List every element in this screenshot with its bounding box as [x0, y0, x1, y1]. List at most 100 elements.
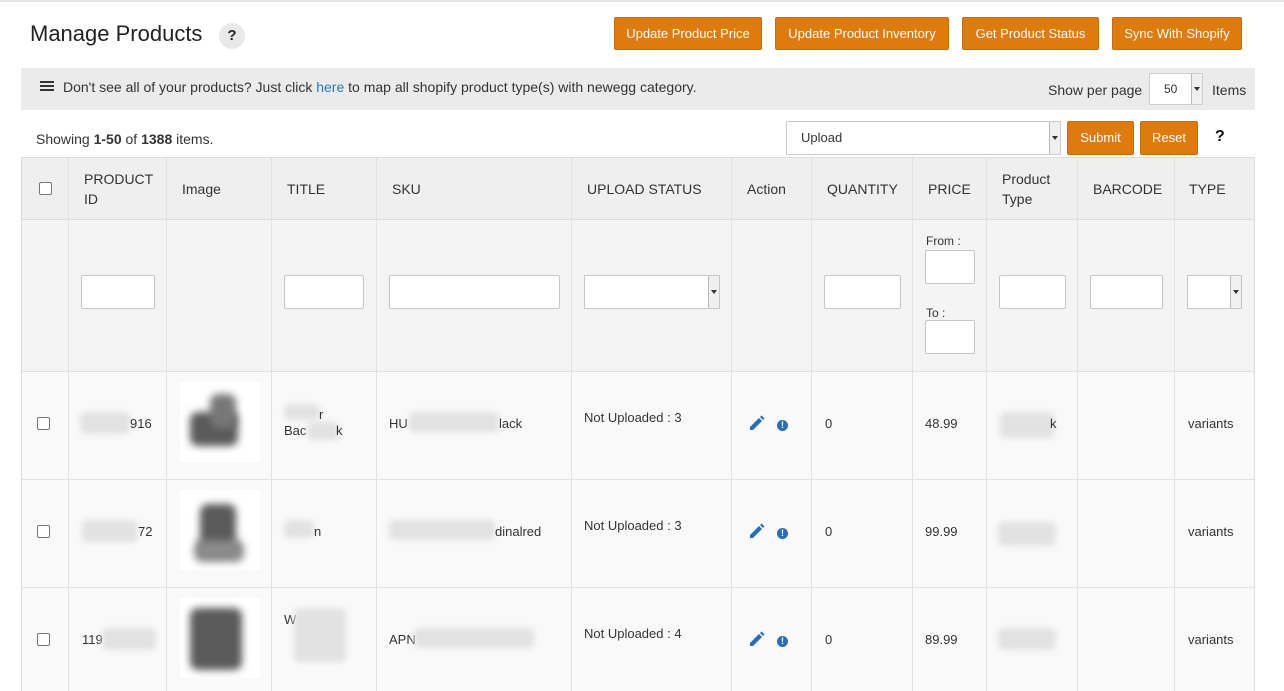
info-icon[interactable]: ! [777, 420, 788, 431]
col-image: Image [182, 181, 221, 197]
notice-text: Don't see all of your products? Just cli… [63, 79, 697, 95]
select-all-checkbox[interactable] [39, 182, 52, 195]
barcode-filter[interactable] [1090, 275, 1163, 309]
redacted-text [998, 522, 1056, 546]
col-product-type-line2: Type [1002, 191, 1033, 207]
row-checkbox[interactable] [37, 417, 50, 430]
column-divider [571, 158, 572, 691]
price: 89.99 [925, 632, 958, 647]
edit-icon[interactable] [748, 414, 766, 432]
column-divider [912, 158, 913, 691]
bulk-action-select[interactable]: Upload [786, 121, 1061, 155]
sku-filter[interactable] [389, 275, 560, 309]
type-filter[interactable] [1187, 275, 1242, 309]
chevron-down-icon [1049, 122, 1060, 154]
product-sku-end: dinalred [495, 524, 542, 539]
product-title-line2: Bac [284, 423, 307, 438]
column-divider [271, 158, 272, 691]
redacted-text [307, 422, 339, 440]
list-icon [40, 81, 54, 92]
product-image[interactable] [180, 598, 260, 678]
product-id: 916 [130, 416, 152, 431]
column-divider [166, 158, 167, 691]
per-page-label: Show per page [1048, 82, 1143, 98]
showing-total: 1388 [141, 131, 173, 147]
upload-status: Not Uploaded : 3 [584, 518, 682, 533]
redacted-text [389, 520, 495, 540]
col-action: Action [747, 181, 786, 197]
reset-button[interactable]: Reset [1140, 121, 1198, 155]
sync-with-shopify-button[interactable]: Sync With Shopify [1112, 17, 1242, 50]
edit-icon[interactable] [748, 522, 766, 540]
product-image[interactable] [180, 490, 260, 570]
quantity: 0 [825, 416, 833, 431]
table-row[interactable]: 72 n dinalred Not Uploaded : 3 ! 0 99.99… [22, 480, 1254, 588]
title-filter[interactable] [284, 275, 364, 309]
quantity: 0 [825, 632, 833, 647]
col-upload-status[interactable]: UPLOAD STATUS [587, 179, 702, 199]
help-icon[interactable]: ? [1215, 128, 1225, 146]
col-title[interactable]: TITLE [287, 179, 325, 199]
page-title: Manage Products [30, 21, 203, 46]
submit-button[interactable]: Submit [1067, 121, 1134, 155]
price: 99.99 [925, 524, 958, 539]
redacted-text [82, 520, 138, 542]
column-divider [986, 158, 987, 691]
col-type[interactable]: TYPE [1189, 179, 1226, 199]
column-divider [811, 158, 812, 691]
redacted-text [1000, 412, 1054, 438]
notice-bar: Don't see all of your products? Just cli… [21, 68, 1255, 110]
items-label: Items [1212, 82, 1247, 98]
update-product-price-button[interactable]: Update Product Price [614, 17, 762, 50]
product-id: 119 [82, 632, 103, 647]
per-page-select[interactable]: 50 [1149, 73, 1203, 105]
info-icon[interactable]: ! [777, 528, 788, 539]
row-checkbox[interactable] [37, 633, 50, 646]
redacted-text [80, 412, 130, 434]
col-quantity[interactable]: QUANTITY [827, 179, 898, 199]
col-price[interactable]: PRICE [928, 179, 971, 199]
col-barcode[interactable]: BARCODE [1093, 179, 1162, 199]
product-image[interactable] [180, 382, 260, 462]
get-product-status-button[interactable]: Get Product Status [962, 17, 1099, 50]
row-checkbox[interactable] [37, 525, 50, 538]
info-icon[interactable]: ! [777, 636, 788, 647]
table-row[interactable]: 916 r Bac k HU lack Not Uploaded : 3 ! 0… [22, 372, 1254, 480]
showing-range: 1-50 [93, 131, 122, 147]
product-title-line1: n [314, 524, 322, 539]
price-to-input[interactable] [925, 320, 975, 354]
col-product-type[interactable]: Product Type [1002, 169, 1050, 209]
grid-header: PRODUCT ID Image TITLE SKU UPLOAD STATUS … [22, 158, 1254, 220]
col-product-id-line2: ID [84, 191, 98, 207]
upload-status: Not Uploaded : 4 [584, 626, 682, 641]
price-from-input[interactable] [925, 250, 975, 284]
notice-suffix: to map all shopify product type(s) with … [344, 79, 697, 95]
showing-prefix: Showing [36, 131, 94, 147]
redacted-text [409, 412, 499, 432]
per-page-value: 50 [1164, 82, 1178, 96]
map-category-link[interactable]: here [316, 79, 344, 95]
chevron-down-icon [1191, 74, 1202, 104]
column-divider [68, 158, 69, 691]
column-divider [1077, 158, 1078, 691]
quantity-filter[interactable] [824, 275, 901, 309]
help-icon[interactable]: ? [219, 23, 245, 49]
upload-status-filter[interactable] [584, 275, 720, 309]
column-divider [376, 158, 377, 691]
col-sku[interactable]: SKU [392, 179, 421, 199]
col-product-id-line1: PRODUCT [84, 171, 154, 187]
table-row[interactable]: 119 W APN Not Uploaded : 4 ! 0 89.99 var… [22, 588, 1254, 691]
notice-prefix: Don't see all of your products? Just cli… [63, 79, 317, 95]
showing-count: Showing 1-50 of 1388 items. [36, 131, 213, 147]
col-product-id[interactable]: PRODUCT ID [84, 169, 153, 209]
edit-icon[interactable] [748, 630, 766, 648]
bulk-action-value: Upload [801, 130, 843, 145]
product-id-filter[interactable] [81, 275, 155, 309]
products-grid: PRODUCT ID Image TITLE SKU UPLOAD STATUS … [21, 157, 1255, 691]
update-product-inventory-button[interactable]: Update Product Inventory [775, 17, 949, 50]
col-product-type-line1: Product [1002, 171, 1051, 187]
product-sku-end: lack [499, 416, 523, 431]
top-border [0, 0, 1284, 2]
product-type-filter[interactable] [999, 275, 1066, 309]
product-sku-start: HU [389, 416, 408, 431]
